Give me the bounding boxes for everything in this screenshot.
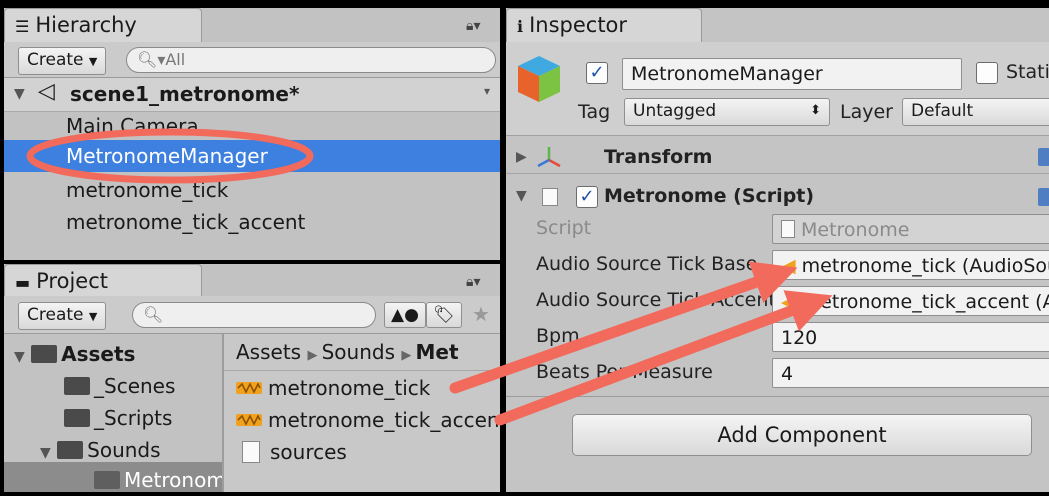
annotation-overlay: [26, 128, 833, 426]
annotation-highlight-ellipse: [26, 128, 314, 184]
